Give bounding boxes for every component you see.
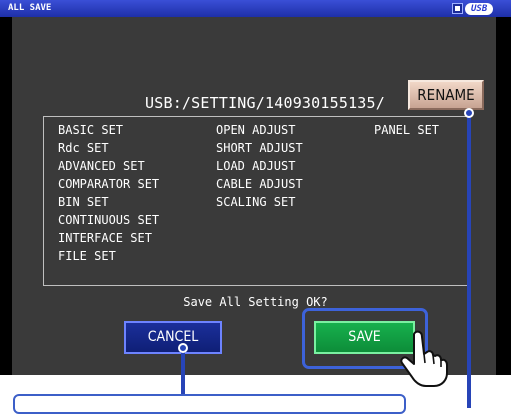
list-item: BASIC SET bbox=[58, 123, 124, 137]
list-item: BIN SET bbox=[58, 195, 109, 209]
usb-drive-icon bbox=[452, 3, 463, 14]
list-item: CONTINUOUS SET bbox=[58, 213, 160, 227]
callout-box bbox=[13, 394, 406, 414]
list-item: FILE SET bbox=[58, 249, 116, 263]
list-item: LOAD ADJUST bbox=[216, 159, 296, 173]
screen-title: ALL SAVE bbox=[8, 3, 52, 13]
device-screen: ALL SAVE USB USB:/SETTING/140930155135/ … bbox=[0, 0, 511, 375]
list-item: PANEL SET bbox=[374, 123, 440, 137]
rename-callout-dot bbox=[464, 108, 474, 118]
cancel-callout-line bbox=[181, 348, 185, 396]
list-item: ADVANCED SET bbox=[58, 159, 145, 173]
confirm-message: Save All Setting OK? bbox=[183, 295, 328, 309]
rename-callout-line bbox=[467, 113, 471, 408]
list-item: INTERFACE SET bbox=[58, 231, 152, 245]
list-item: OPEN ADJUST bbox=[216, 123, 296, 137]
settings-list: BASIC SET Rdc SET ADVANCED SET COMPARATO… bbox=[43, 116, 471, 286]
usb-indicator: USB bbox=[452, 2, 504, 15]
save-path: USB:/SETTING/140930155135/ bbox=[145, 94, 385, 112]
list-item: COMPARATOR SET bbox=[58, 177, 160, 191]
usb-label: USB bbox=[465, 2, 494, 15]
list-item: CABLE ADJUST bbox=[216, 177, 303, 191]
list-item: SHORT ADJUST bbox=[216, 141, 303, 155]
rename-button[interactable]: RENAME bbox=[408, 80, 484, 110]
list-item: SCALING SET bbox=[216, 195, 296, 209]
hand-pointer-icon bbox=[400, 330, 448, 387]
cancel-button[interactable]: CANCEL bbox=[124, 321, 222, 354]
title-bar: ALL SAVE USB bbox=[0, 0, 511, 17]
cancel-callout-dot bbox=[178, 343, 188, 353]
list-item: Rdc SET bbox=[58, 141, 109, 155]
